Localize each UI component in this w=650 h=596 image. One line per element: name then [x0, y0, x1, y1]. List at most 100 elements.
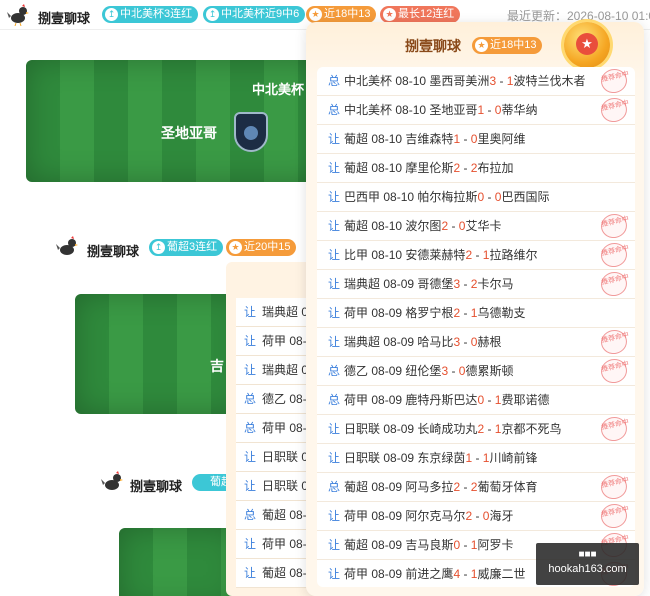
header-brand: 捌壹聊球 — [38, 11, 91, 26]
hit-stamp-icon: 推荐命中 — [598, 269, 630, 299]
longest-streak-pill: ★ 最长12连红 — [380, 6, 461, 23]
away-team: 川崎前锋 — [489, 451, 538, 465]
list-item[interactable]: 让瑞典超 08-09 哥德堡3 - 2卡尔马 推荐命中 — [317, 269, 635, 299]
list-item[interactable]: 让葡超 08-10 摩里伦斯2 - 2布拉加 — [317, 154, 635, 183]
bet-type-tag: 让 — [244, 305, 257, 319]
home-team: 吉维森特 — [405, 132, 454, 146]
list-item[interactable]: 总德乙 08-09 纽伦堡3 - 0德累斯顿 推荐命中 — [317, 356, 635, 386]
bet-type-tag: 总 — [328, 74, 341, 88]
rooster-logo-icon — [55, 236, 79, 258]
hit-stamp-icon: 推荐命中 — [598, 211, 630, 241]
away-team: 布拉加 — [477, 161, 514, 175]
league: 德乙 — [344, 364, 369, 378]
match-card-1[interactable]: 中北美杯 圣地亚哥 — [26, 60, 326, 182]
team-badge-icon — [234, 112, 268, 152]
pill-text: 近20中15 — [244, 241, 291, 253]
history-popup: 捌壹聊球 ★ 近18中13 ★ 总中北美杯 08-10 墨西哥美洲3 - 1波特… — [306, 22, 644, 596]
league: 荷甲 — [344, 306, 369, 320]
away-team: 海牙 — [489, 509, 514, 523]
star-icon: ★ — [229, 241, 242, 254]
arrow-up-icon: ↥ — [206, 8, 219, 21]
card-2-header: 捌壹聊球 ↥ 葡超3连红 ★ 近20中15 — [55, 233, 315, 261]
list-item[interactable]: 让荷甲 08-0 — [236, 327, 316, 356]
score-separator: - — [448, 364, 459, 378]
list-item[interactable]: 让日职联 08-09 东京绿茵1 - 1川崎前锋 — [317, 444, 635, 473]
league: 葡超 — [344, 219, 369, 233]
away-team: 波特兰伐木者 — [513, 74, 586, 88]
bet-type-tag: 总 — [328, 480, 341, 494]
score-separator: - — [484, 190, 495, 204]
list-item[interactable]: 让日职联 08-0 — [236, 443, 325, 472]
score-separator: - — [484, 422, 495, 436]
list-item[interactable]: 让日职联 08-0 — [236, 472, 325, 501]
league: 比甲 — [344, 248, 369, 262]
list-item[interactable]: 让葡超 08-10 波尔图2 - 0艾华卡 推荐命中 — [317, 211, 635, 241]
record-pill: ↥ 中北美杯近9中6 — [203, 6, 306, 23]
rooster-logo-icon — [100, 471, 124, 493]
match-card-2[interactable]: 吉 — [75, 294, 245, 414]
match-date: 08-09 — [371, 393, 403, 407]
league: 日职联 — [344, 422, 381, 436]
hit-stamp-icon: 推荐命中 — [598, 327, 630, 357]
list-item[interactable]: 总葡超 08-0 — [236, 501, 316, 530]
match-date: 08-10 — [383, 190, 415, 204]
league: 瑞典超 — [344, 335, 381, 349]
bet-type-tag: 让 — [328, 567, 341, 581]
list-item[interactable]: 让瑞典超 08-0 — [236, 356, 325, 385]
league: 葡超 — [344, 480, 369, 494]
history-list-2: 让瑞典超 08-0 让荷甲 08-0 让瑞典超 08-0 总德乙 08-0 总荷甲 08… — [236, 298, 325, 588]
match-card-3[interactable] — [119, 528, 239, 596]
list-item[interactable]: 总中北美杯 08-10 圣地亚哥1 - 0蒂华纳 推荐命中 — [317, 95, 635, 125]
streak-pill: ↥ 中北美杯3连红 — [102, 6, 199, 23]
away-team: 巴西国际 — [501, 190, 550, 204]
star-icon: ★ — [475, 39, 488, 52]
list-item[interactable]: 总荷甲 08-0 — [236, 414, 316, 443]
bet-type-tag: 让 — [244, 479, 257, 493]
list-item[interactable]: 让荷甲 08-09 阿尔克马尔2 - 0海牙 推荐命中 — [317, 501, 635, 531]
list-item[interactable]: 让比甲 08-10 安德莱赫特2 - 1拉路维尔 推荐命中 — [317, 240, 635, 270]
score-separator: - — [448, 219, 459, 233]
pill-text: 葡超3连红 — [167, 241, 218, 253]
list-item[interactable]: 总葡超 08-09 阿马多拉2 - 2葡萄牙体育 推荐命中 — [317, 472, 635, 502]
list-item[interactable]: 总德乙 08-0 — [236, 385, 316, 414]
home-team: 阿尔克马尔 — [405, 509, 466, 523]
match-date: 08-09 — [383, 422, 415, 436]
list-item[interactable]: 让荷甲 08-09 格罗宁根2 - 1乌德勒支 — [317, 299, 635, 328]
list-item[interactable]: 总中北美杯 08-10 墨西哥美洲3 - 1波特兰伐木者 推荐命中 — [317, 67, 635, 96]
list-item[interactable]: 让瑞典超 08-09 哈马比3 - 0赫根 推荐命中 — [317, 327, 635, 357]
home-team: 鹿特丹斯巴达 — [405, 393, 478, 407]
card-team-name: 圣地亚哥 — [161, 125, 217, 141]
hit-stamp-icon: 推荐命中 — [598, 501, 630, 531]
home-team: 安德莱赫特 — [405, 248, 466, 262]
bet-type-tag: 让 — [328, 509, 341, 523]
list-item[interactable]: 让葡超 08-10 吉维森特1 - 0里奥阿维 — [317, 125, 635, 154]
home-team: 波尔图 — [405, 219, 442, 233]
bet-type-tag: 让 — [328, 132, 341, 146]
popup-brand: 捌壹聊球 — [405, 38, 461, 54]
bet-type-tag: 让 — [244, 537, 257, 551]
list-item[interactable]: 让巴西甲 08-10 帕尔梅拉斯0 - 0巴西国际 — [317, 183, 635, 212]
star-icon: ★ — [581, 36, 593, 51]
home-team: 纽伦堡 — [405, 364, 442, 378]
home-team: 长崎成功丸 — [417, 422, 478, 436]
match-date: 08-09 — [383, 277, 415, 291]
match-date: 08-10 — [395, 103, 427, 117]
bet-type-tag: 总 — [328, 364, 341, 378]
away-team: 卡尔马 — [477, 277, 514, 291]
away-team: 德累斯顿 — [465, 364, 514, 378]
home-team: 墨西哥美洲 — [429, 74, 490, 88]
score-separator: - — [460, 132, 471, 146]
list-item[interactable]: 让葡超 08-0 — [236, 559, 316, 588]
bet-type-tag: 让 — [328, 190, 341, 204]
list-item[interactable]: 让荷甲 08-0 — [236, 530, 316, 559]
home-team: 哥德堡 — [417, 277, 454, 291]
card-league-title: 中北美杯 — [252, 82, 305, 97]
list-item[interactable]: 让瑞典超 08-0 — [236, 298, 325, 327]
score-separator: - — [472, 248, 483, 262]
list-item[interactable]: 让日职联 08-09 长崎成功丸2 - 1京都不死鸟 推荐命中 — [317, 414, 635, 444]
list-item[interactable]: 总荷甲 08-09 鹿特丹斯巴达0 - 1费耶诺德 — [317, 386, 635, 415]
hit-stamp-icon: 推荐命中 — [598, 240, 630, 270]
league: 日职联 — [344, 451, 381, 465]
match-date: 08-10 — [371, 248, 403, 262]
home-team: 格罗宁根 — [405, 306, 454, 320]
